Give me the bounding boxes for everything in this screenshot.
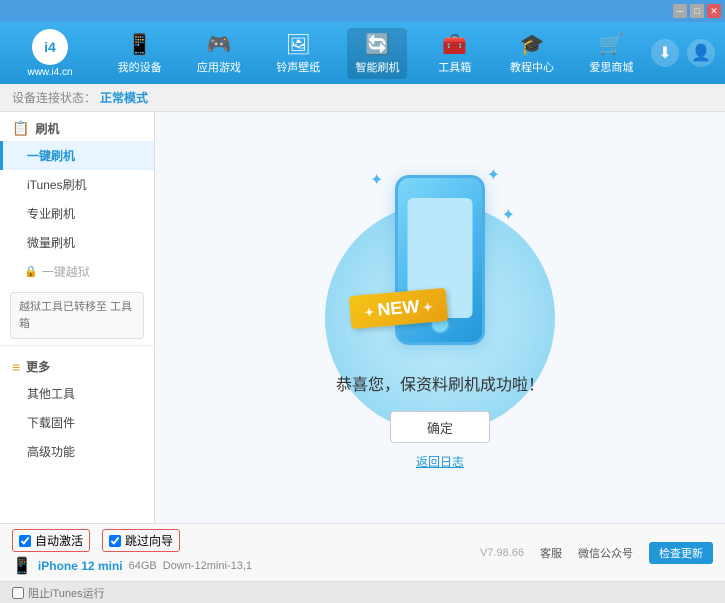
- skip-wizard-label: 跳过向导: [125, 532, 173, 549]
- content-area: ✦ ✦ ✦ NEW 恭喜您，保资料刷机成功啦！ 确定 返回日志: [155, 112, 725, 523]
- header: i4 www.i4.cn 📱 我的设备 🎮 应用游戏 🖼 铃声壁纸 🔄 智能刷机…: [0, 22, 725, 84]
- download-button[interactable]: ⬇: [651, 39, 679, 67]
- device-icon: 📱: [12, 556, 32, 576]
- nav-item-tools[interactable]: 🧰 工具箱: [427, 28, 483, 79]
- sidebar-info-box: 越狱工具已转移至 工具箱: [10, 292, 144, 339]
- auto-activate-input[interactable]: [19, 535, 31, 547]
- confirm-button[interactable]: 确定: [390, 411, 490, 443]
- wechat-official-link[interactable]: 微信公众号: [578, 545, 633, 561]
- itunes-bar: 阻止iTunes运行: [0, 581, 725, 603]
- success-message: 恭喜您，保资料刷机成功啦！: [336, 371, 544, 395]
- customer-service-link[interactable]: 客服: [540, 545, 562, 561]
- success-panel: ✦ ✦ ✦ NEW 恭喜您，保资料刷机成功啦！ 确定 返回日志: [336, 165, 544, 470]
- more-section-label: 更多: [26, 358, 50, 375]
- nav-bar: 📱 我的设备 🎮 应用游戏 🖼 铃声壁纸 🔄 智能刷机 🧰 工具箱 🎓 教程中心…: [100, 28, 651, 79]
- smart-nav-icon: 🔄: [365, 32, 390, 57]
- sidebar-item-other-tools[interactable]: 其他工具: [0, 379, 154, 408]
- flash-section-icon: 📋: [12, 120, 29, 137]
- back-link[interactable]: 返回日志: [416, 453, 464, 470]
- itunes-label: 阻止iTunes运行: [28, 585, 105, 601]
- status-bar: 设备连接状态： 正常模式: [0, 84, 725, 112]
- titlebar: ─ □ ✕: [0, 0, 725, 22]
- lock-icon: 🔒: [24, 265, 38, 278]
- bottom-bar: 自动激活 跳过向导 📱 iPhone 12 mini 64GB Down-12m…: [0, 523, 725, 581]
- device-info: 📱 iPhone 12 mini 64GB Down-12mini-13,1: [12, 556, 252, 576]
- minimize-button[interactable]: ─: [673, 4, 687, 18]
- status-value: 正常模式: [100, 89, 148, 106]
- sidebar-item-itunes-flash[interactable]: iTunes刷机: [0, 170, 154, 199]
- bottom-right: V7.98.66 客服 微信公众号 检查更新: [480, 542, 713, 564]
- nav-item-device[interactable]: 📱 我的设备: [110, 28, 170, 79]
- status-label: 设备连接状态：: [12, 89, 96, 106]
- store-nav-icon: 🛒: [599, 32, 624, 57]
- sidebar-item-advanced[interactable]: 高级功能: [0, 437, 154, 466]
- nav-label-wallpaper: 铃声壁纸: [276, 59, 320, 75]
- flash-section-label: 刷机: [35, 120, 59, 137]
- skip-wizard-input[interactable]: [109, 535, 121, 547]
- nav-label-device: 我的设备: [118, 59, 162, 75]
- logo-icon: i4: [32, 29, 68, 65]
- more-section-title: ≡ 更多: [0, 350, 154, 379]
- device-storage: 64GB: [129, 560, 157, 572]
- bottom-left: 自动激活 跳过向导 📱 iPhone 12 mini 64GB Down-12m…: [12, 529, 252, 576]
- header-right: ⬇ 👤: [651, 39, 715, 67]
- nav-item-smart[interactable]: 🔄 智能刷机: [347, 28, 407, 79]
- nav-item-store[interactable]: 🛒 爱思商城: [581, 28, 641, 79]
- sidebar-divider: [0, 345, 154, 346]
- logo-subtitle: www.i4.cn: [27, 67, 72, 78]
- auto-activate-checkbox[interactable]: 自动激活: [12, 529, 90, 552]
- nav-label-apps: 应用游戏: [197, 59, 241, 75]
- nav-label-tutorials: 教程中心: [510, 59, 554, 75]
- sidebar-item-wipe-flash[interactable]: 微量刷机: [0, 228, 154, 257]
- more-section-icon: ≡: [12, 359, 20, 375]
- sidebar-item-pro-flash[interactable]: 专业刷机: [0, 199, 154, 228]
- logo[interactable]: i4 www.i4.cn: [10, 29, 90, 78]
- sparkle-3-icon: ✦: [502, 205, 515, 225]
- close-button[interactable]: ✕: [707, 4, 721, 18]
- skip-wizard-checkbox[interactable]: 跳过向导: [102, 529, 180, 552]
- auto-activate-label: 自动激活: [35, 532, 83, 549]
- tools-nav-icon: 🧰: [442, 32, 467, 57]
- device-model: Down-12mini-13,1: [163, 560, 252, 572]
- checkbox-row: 自动激活 跳过向导: [12, 529, 252, 552]
- sidebar: 📋 刷机 一键刷机 iTunes刷机 专业刷机 微量刷机 🔒 一键越狱 越狱工具…: [0, 112, 155, 523]
- sidebar-locked-jailbreak: 🔒 一键越狱: [0, 257, 154, 286]
- nav-label-tools: 工具箱: [438, 59, 471, 75]
- device-nav-icon: 📱: [127, 32, 152, 57]
- sparkle-2-icon: ✦: [487, 165, 500, 185]
- user-button[interactable]: 👤: [687, 39, 715, 67]
- device-name: iPhone 12 mini: [38, 559, 123, 573]
- version-text: V7.98.66: [480, 547, 524, 559]
- nav-item-wallpaper[interactable]: 🖼 铃声壁纸: [268, 28, 328, 79]
- nav-item-tutorials[interactable]: 🎓 教程中心: [502, 28, 562, 79]
- nav-label-store: 爱思商城: [589, 59, 633, 75]
- apps-nav-icon: 🎮: [206, 32, 231, 57]
- tutorials-nav-icon: 🎓: [520, 32, 545, 57]
- nav-label-smart: 智能刷机: [355, 59, 399, 75]
- sidebar-item-one-click-flash[interactable]: 一键刷机: [0, 141, 154, 170]
- maximize-button[interactable]: □: [690, 4, 704, 18]
- main-area: 📋 刷机 一键刷机 iTunes刷机 专业刷机 微量刷机 🔒 一键越狱 越狱工具…: [0, 112, 725, 523]
- phone-illustration: ✦ ✦ ✦ NEW: [360, 165, 520, 355]
- sidebar-item-download-firmware[interactable]: 下载固件: [0, 408, 154, 437]
- locked-label: 一键越狱: [42, 263, 90, 280]
- flash-section-title: 📋 刷机: [0, 112, 154, 141]
- sparkle-1-icon: ✦: [370, 170, 383, 190]
- nav-item-apps[interactable]: 🎮 应用游戏: [189, 28, 249, 79]
- wallpaper-nav-icon: 🖼: [286, 32, 311, 57]
- itunes-checkbox[interactable]: [12, 587, 24, 599]
- check-update-button[interactable]: 检查更新: [649, 542, 713, 564]
